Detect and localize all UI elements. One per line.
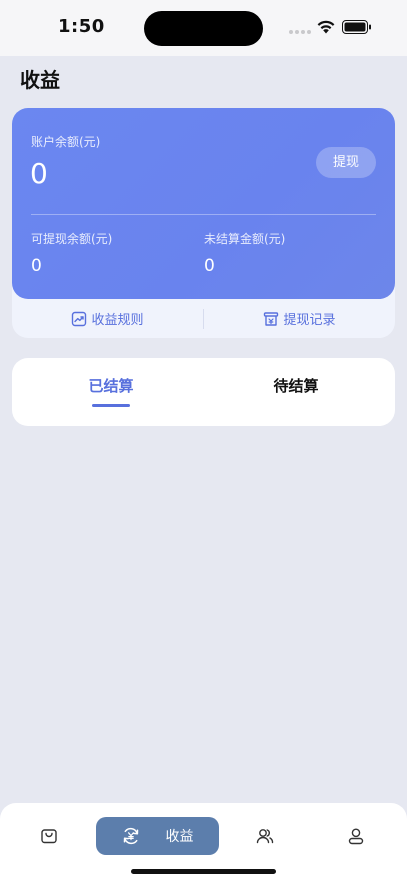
page-title: 收益 (20, 68, 60, 92)
nav-item-team[interactable] (246, 817, 284, 855)
profile-icon (348, 828, 364, 845)
account-balance-value: 0 (30, 157, 48, 190)
unsettled-amount-label: 未结算金额(元) (204, 232, 286, 246)
status-time: 1:50 (58, 16, 105, 37)
nav-earnings-label: 收益 (165, 829, 194, 845)
nav-item-earnings[interactable]: 收益 (96, 817, 219, 855)
nav-item-shop[interactable] (30, 817, 68, 855)
withdraw-button[interactable]: 提现 (316, 147, 376, 178)
battery-icon (342, 20, 371, 34)
users-icon (256, 829, 274, 844)
account-balance-label: 账户余额(元) (31, 135, 101, 149)
withdrawable-balance-label: 可提现余额(元) (31, 232, 113, 246)
card-links: 收益规则 提现记录 (12, 299, 395, 338)
withdraw-records-label: 提现记录 (283, 313, 336, 328)
wifi-icon (317, 20, 335, 34)
shopping-bag-icon (41, 829, 57, 844)
earnings-icon (123, 827, 138, 845)
withdrawable-balance-value: 0 (31, 256, 42, 276)
home-indicator (131, 869, 276, 874)
receipt-icon (264, 311, 279, 326)
trend-chart-icon (72, 311, 87, 326)
status-bar: 1:50 (0, 0, 407, 56)
dynamic-island (144, 11, 263, 46)
card-divider (31, 214, 376, 215)
unsettled-amount-value: 0 (204, 256, 215, 276)
withdraw-records-link[interactable]: 提现记录 (204, 299, 395, 338)
earnings-rules-label: 收益规则 (91, 313, 144, 328)
settlement-tabs: 已结算 待结算 (12, 358, 395, 426)
tab-settled[interactable]: 已结算 (51, 375, 171, 396)
tab-pending[interactable]: 待结算 (236, 375, 356, 396)
nav-item-profile[interactable] (337, 817, 375, 855)
earnings-screen: 1:50 收益 账户余额(元) 0 提现 可提现余额(元) 0 未结算金额(元)… (0, 0, 407, 883)
active-tab-indicator (92, 404, 130, 407)
earnings-rules-link[interactable]: 收益规则 (12, 299, 203, 338)
balance-card: 账户余额(元) 0 提现 可提现余额(元) 0 未结算金额(元) 0 (12, 108, 395, 299)
cellular-signal-icon (289, 30, 311, 34)
